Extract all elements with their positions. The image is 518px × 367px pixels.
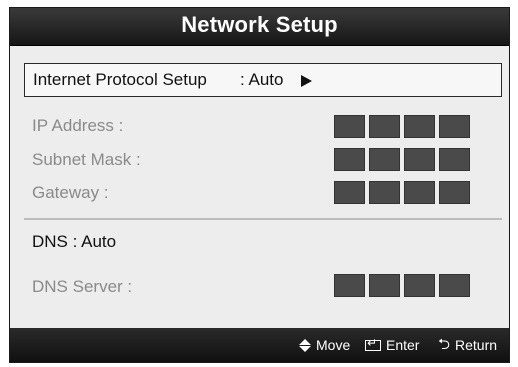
enter-icon	[365, 336, 381, 351]
move-label: Move	[316, 337, 351, 353]
protocol-label: Internet Protocol Setup	[33, 70, 207, 89]
gateway-octet-1	[334, 181, 365, 204]
return-hint: ⮌ Return	[438, 337, 497, 353]
arrow-right-icon	[301, 75, 312, 87]
gateway-input	[334, 181, 470, 204]
dns-server-octet-1	[334, 274, 365, 297]
content-panel: Internet Protocol Setup : Auto IP Addres…	[10, 46, 509, 329]
return-icon: ⮌	[438, 336, 451, 353]
subnet-mask-octet-1	[334, 148, 365, 171]
divider	[24, 218, 502, 220]
ip-address-input	[334, 115, 470, 138]
gateway-label: Gateway :	[32, 183, 109, 202]
page-title: Network Setup	[181, 12, 338, 37]
dns-server-octet-2	[369, 274, 400, 297]
subnet-mask-octet-2	[369, 148, 400, 171]
subnet-mask-label: Subnet Mask :	[32, 150, 141, 169]
dns-setting[interactable]: DNS : Auto	[32, 232, 116, 252]
dns-server-label: DNS Server :	[32, 277, 133, 296]
subnet-mask-octet-4	[439, 148, 470, 171]
move-hint: Move	[299, 337, 350, 353]
subnet-mask-input	[334, 148, 470, 171]
ip-address-octet-3	[404, 115, 435, 138]
enter-hint: Enter	[365, 336, 420, 353]
enter-label: Enter	[386, 337, 420, 353]
internet-protocol-setup-item[interactable]: Internet Protocol Setup : Auto	[24, 63, 502, 97]
ip-address-octet-4	[439, 115, 470, 138]
title-bar: Network Setup	[10, 8, 509, 46]
dns-server-input	[334, 274, 470, 297]
return-label: Return	[455, 337, 498, 353]
ip-address-octet-1	[334, 115, 365, 138]
ip-address-label: IP Address :	[32, 116, 124, 135]
ip-address-octet-2	[369, 115, 400, 138]
footer-bar: Move Enter ⮌ Return	[10, 328, 509, 362]
protocol-value: : Auto	[240, 70, 284, 89]
network-setup-dialog: Network Setup Internet Protocol Setup : …	[9, 7, 510, 363]
gateway-octet-4	[439, 181, 470, 204]
dns-server-octet-4	[439, 274, 470, 297]
dns-server-octet-3	[404, 274, 435, 297]
move-icon	[299, 338, 311, 352]
gateway-octet-3	[404, 181, 435, 204]
gateway-octet-2	[369, 181, 400, 204]
subnet-mask-octet-3	[404, 148, 435, 171]
